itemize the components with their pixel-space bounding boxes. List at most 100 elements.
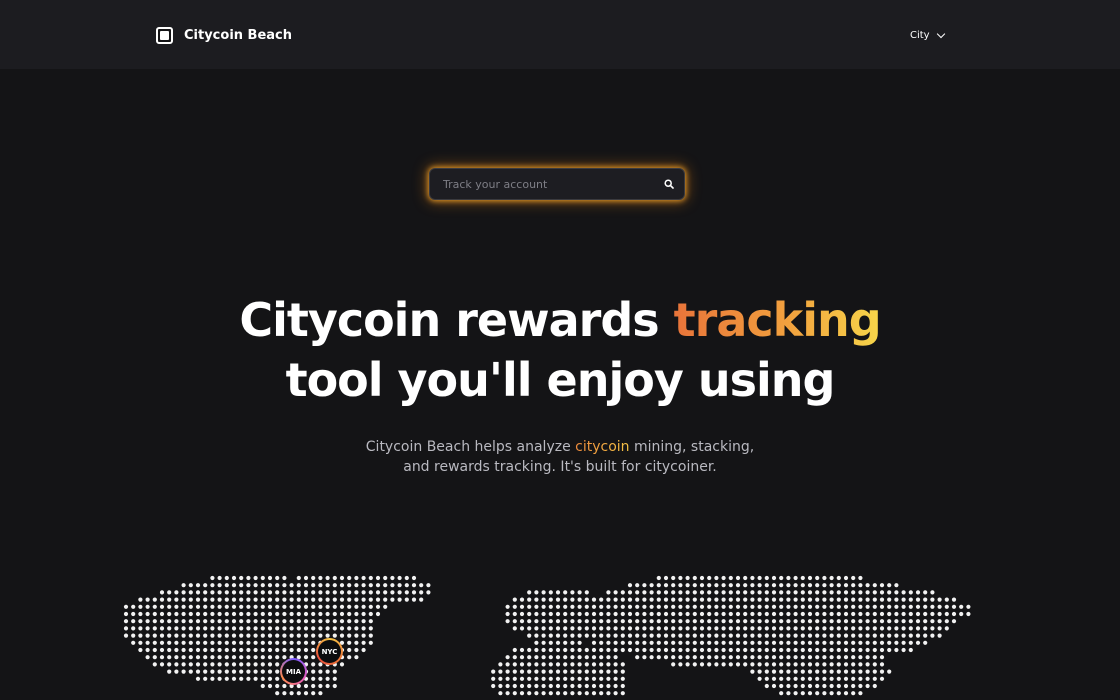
map-dot bbox=[786, 655, 791, 660]
map-dot bbox=[642, 655, 647, 660]
map-dot bbox=[829, 676, 834, 681]
map-dot bbox=[771, 640, 777, 645]
map-dot bbox=[807, 619, 813, 624]
map-dot bbox=[591, 597, 597, 602]
map-dot bbox=[375, 604, 381, 609]
map-dot bbox=[548, 611, 553, 617]
map-dot bbox=[563, 640, 568, 645]
map-dot bbox=[627, 633, 633, 638]
map-dot bbox=[584, 647, 589, 653]
map-dot bbox=[599, 626, 604, 631]
map-dot bbox=[282, 640, 287, 645]
map-dot bbox=[663, 604, 669, 609]
map-dot bbox=[843, 655, 849, 660]
map-dot bbox=[649, 590, 654, 595]
map-dot bbox=[692, 633, 697, 638]
account-search-input[interactable] bbox=[430, 169, 654, 199]
city-select-dropdown[interactable]: City bbox=[910, 26, 945, 44]
map-dot bbox=[210, 640, 215, 645]
map-dot bbox=[267, 633, 273, 638]
map-dot bbox=[167, 655, 172, 660]
map-dot bbox=[851, 683, 856, 689]
map-dot bbox=[145, 655, 150, 660]
map-dot bbox=[239, 640, 244, 645]
map-dot bbox=[519, 676, 525, 681]
map-dot bbox=[642, 619, 647, 624]
map-dot bbox=[599, 655, 604, 660]
brand-home-link[interactable]: Citycoin Beach bbox=[156, 25, 292, 45]
map-dot bbox=[123, 611, 129, 617]
map-dot bbox=[577, 669, 582, 674]
map-dot bbox=[620, 604, 625, 609]
map-dot bbox=[793, 626, 798, 631]
map-dot bbox=[872, 611, 877, 617]
map-dot bbox=[527, 604, 532, 609]
map-dot bbox=[663, 626, 669, 631]
map-dot bbox=[239, 611, 244, 617]
map-dot bbox=[879, 676, 885, 681]
map-dot bbox=[188, 611, 193, 617]
map-dot bbox=[167, 669, 172, 674]
map-dot bbox=[735, 604, 741, 609]
search-button[interactable] bbox=[654, 169, 684, 199]
map-dot bbox=[541, 640, 546, 645]
map-dot bbox=[325, 583, 330, 588]
map-dot bbox=[678, 604, 683, 609]
map-dot bbox=[311, 640, 316, 645]
map-dot bbox=[231, 597, 237, 602]
map-dot bbox=[426, 590, 431, 595]
map-dot bbox=[786, 640, 791, 645]
map-dot bbox=[750, 669, 755, 674]
map-dot bbox=[303, 590, 309, 595]
map-dot bbox=[138, 647, 143, 653]
map-dot bbox=[959, 611, 964, 617]
map-dot bbox=[714, 633, 719, 638]
map-dot bbox=[836, 655, 841, 660]
map-dot bbox=[368, 575, 373, 581]
map-dot bbox=[548, 590, 553, 595]
map-dot bbox=[217, 647, 222, 653]
map-dot bbox=[311, 597, 316, 602]
map-dot bbox=[231, 619, 237, 624]
map-dot bbox=[138, 640, 143, 645]
map-dot bbox=[779, 655, 784, 660]
map-dot bbox=[757, 583, 762, 588]
map-dot bbox=[678, 583, 683, 588]
map-dot bbox=[260, 676, 265, 681]
map-dot bbox=[836, 590, 841, 595]
map-dot bbox=[174, 611, 179, 617]
map-dot bbox=[138, 604, 143, 609]
map-dot bbox=[699, 626, 705, 631]
map-dot bbox=[771, 583, 777, 588]
map-dot bbox=[210, 655, 215, 660]
map-dot bbox=[606, 633, 611, 638]
map-dot bbox=[563, 590, 568, 595]
map-dot bbox=[872, 683, 877, 689]
map-dot bbox=[548, 640, 553, 645]
map-dot bbox=[519, 669, 525, 674]
map-dot bbox=[728, 626, 733, 631]
map-dot bbox=[807, 590, 813, 595]
map-dot bbox=[577, 626, 582, 631]
map-dot bbox=[361, 597, 366, 602]
map-dot bbox=[339, 583, 345, 588]
map-dot bbox=[815, 691, 820, 696]
city-marker-mia[interactable]: MIA bbox=[280, 658, 307, 685]
map-dot bbox=[231, 575, 237, 581]
map-dot bbox=[829, 691, 834, 696]
map-dot bbox=[188, 662, 193, 667]
map-dot bbox=[606, 611, 611, 617]
city-marker-nyc[interactable]: NYC bbox=[316, 638, 343, 665]
map-dot bbox=[613, 640, 618, 645]
map-dot bbox=[203, 669, 208, 674]
map-dot bbox=[167, 633, 172, 638]
map-dot bbox=[714, 590, 719, 595]
map-dot bbox=[865, 683, 870, 689]
map-dot bbox=[534, 633, 539, 638]
map-dot bbox=[800, 590, 805, 595]
map-dot bbox=[519, 611, 525, 617]
map-dot bbox=[519, 626, 525, 631]
map-dot bbox=[872, 583, 877, 588]
map-dot bbox=[577, 662, 582, 667]
map-dot bbox=[563, 604, 568, 609]
